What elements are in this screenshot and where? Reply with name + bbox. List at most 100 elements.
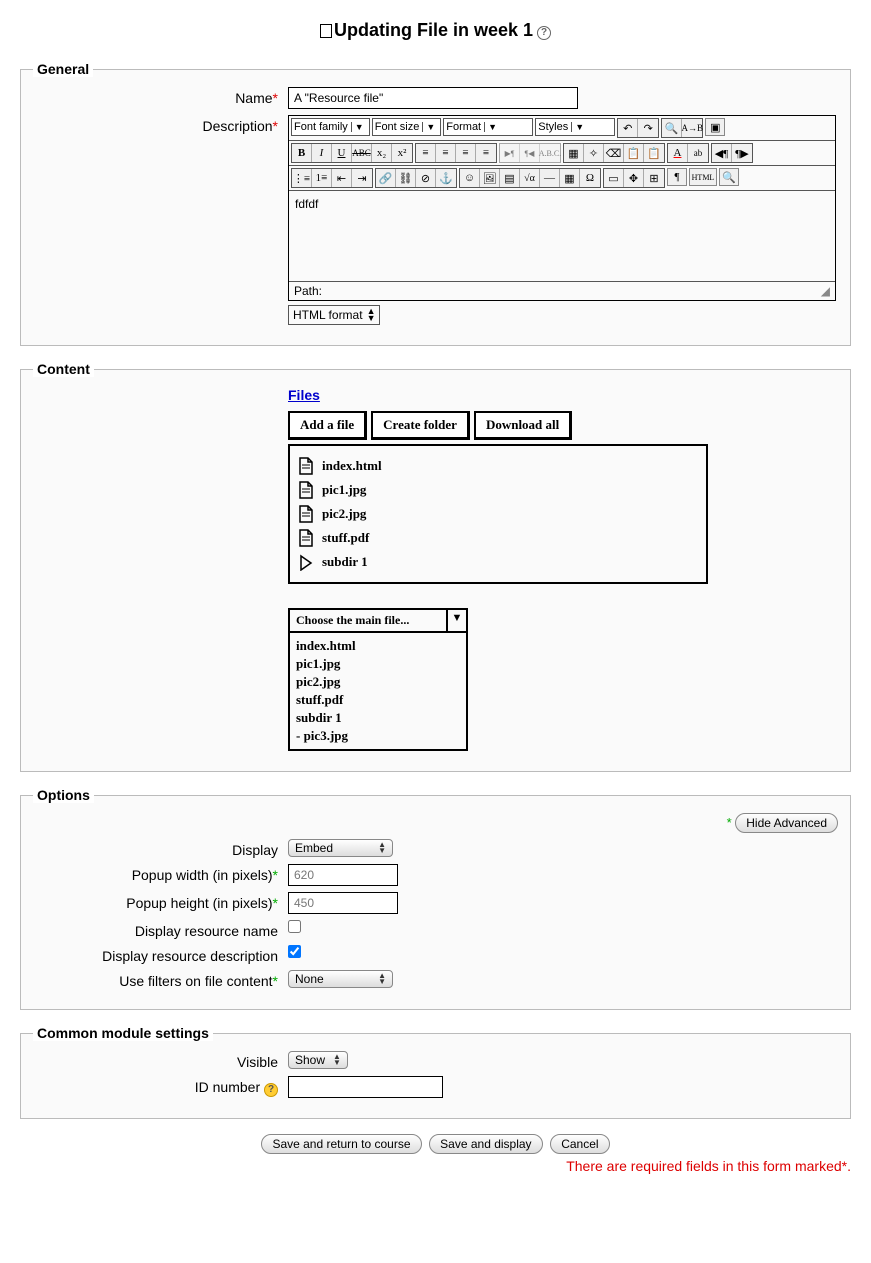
list-item[interactable]: pic2.jpg [298,502,698,526]
editor-path: Path: [294,284,322,298]
help-icon[interactable]: ? [537,26,551,40]
general-legend: General [33,61,93,77]
files-link[interactable]: Files [288,387,320,403]
bold-icon[interactable]: B [292,144,312,162]
hr-icon[interactable]: — [540,169,560,187]
name-input[interactable] [288,87,578,109]
content-section: Content Files Add a file Create folder D… [20,361,851,772]
link-icon[interactable]: 🔗 [376,169,396,187]
emoticon-icon[interactable]: ☺ [460,169,480,187]
underline-icon[interactable]: U [332,144,352,162]
display-name-label: Display resource name [33,920,288,939]
align-left-icon[interactable]: ≡ [416,144,436,162]
move-icon[interactable]: ✥ [624,169,644,187]
special-char-icon[interactable]: Ω [580,169,600,187]
folder-icon [298,553,314,571]
content-legend: Content [33,361,94,377]
align-right-icon[interactable]: ≡ [456,144,476,162]
popup-height-label: Popup height (in pixels)* [33,892,288,911]
create-folder-button[interactable]: Create folder [371,411,470,440]
common-section: Common module settings Visible Show▲▼ ID… [20,1025,851,1119]
rtl-icon[interactable]: ¶◀ [520,144,540,162]
editor-content-area[interactable]: fdfdf [289,191,835,281]
bullet-list-icon[interactable]: ⋮≡ [292,169,312,187]
italic-icon[interactable]: I [312,144,332,162]
main-file-options[interactable]: index.html pic1.jpg pic2.jpg stuff.pdf s… [290,633,466,749]
idnumber-input[interactable] [288,1076,443,1098]
superscript-icon[interactable]: x² [392,144,412,162]
display-name-checkbox[interactable] [288,920,301,933]
html-format-select[interactable]: HTML format ▲▼ [288,305,380,325]
visual-chars-icon[interactable]: ¶ [667,168,687,186]
abbr-icon[interactable]: A.B.C. [540,144,560,162]
font-size-select[interactable]: Font size▼ [372,118,442,136]
outdent-icon[interactable]: ⇤ [332,169,352,187]
paste-text-icon[interactable]: 📋 [624,144,644,162]
media-icon[interactable]: ▤ [500,169,520,187]
filters-select[interactable]: None▲▼ [288,970,393,988]
anchor-icon[interactable]: ⚓ [436,169,456,187]
display-label: Display [33,839,288,858]
html-icon[interactable]: HTML [689,168,717,186]
list-item[interactable]: subdir 1 [298,550,698,574]
popup-width-input[interactable] [288,864,398,886]
hide-advanced-button[interactable]: Hide Advanced [735,813,838,833]
image-icon[interactable]: 🖼 [480,169,500,187]
remove-format-icon[interactable]: ⌫ [604,144,624,162]
list-item[interactable]: index.html [298,454,698,478]
file-list: index.html pic1.jpg pic2.jpg stuff.pdf s… [288,444,708,584]
popup-height-input[interactable] [288,892,398,914]
font-family-select[interactable]: Font family▼ [291,118,370,136]
nolink-icon[interactable]: ⊘ [416,169,436,187]
document-icon [320,24,332,38]
save-return-button[interactable]: Save and return to course [261,1134,421,1154]
select-all-icon[interactable]: ▦ [564,144,584,162]
filters-label: Use filters on file content* [33,970,288,989]
indent-icon[interactable]: ⇥ [352,169,372,187]
name-label: Name* [33,87,288,106]
display-select[interactable]: Embed▲▼ [288,839,393,857]
strike-icon[interactable]: ABC [352,144,372,162]
help-icon[interactable]: ? [264,1083,278,1097]
indent-right-icon[interactable]: ¶▶ [732,144,752,162]
general-section: General Name* Description* Font family▼ … [20,61,851,346]
add-file-button[interactable]: Add a file [288,411,367,440]
unlink-icon[interactable]: ⛓ [396,169,416,187]
chevron-down-icon[interactable]: ▼ [446,610,466,631]
file-icon [298,529,314,547]
table-insert-icon[interactable]: ▦ [560,169,580,187]
save-display-button[interactable]: Save and display [429,1134,542,1154]
absolute-icon[interactable]: ⊞ [644,169,664,187]
undo-icon[interactable]: ↶ [618,119,638,137]
format-select[interactable]: Format▼ [443,118,533,136]
fullscreen-icon[interactable]: ▣ [705,118,725,136]
spellcheck-icon[interactable]: 🔍 [719,168,739,186]
number-list-icon[interactable]: 1≡ [312,169,332,187]
align-justify-icon[interactable]: ≡ [476,144,496,162]
replace-icon[interactable]: A→B [682,119,702,137]
options-legend: Options [33,787,94,803]
cleanup-icon[interactable]: ✧ [584,144,604,162]
list-item[interactable]: stuff.pdf [298,526,698,550]
find-icon[interactable]: 🔍 [662,119,682,137]
file-icon [298,481,314,499]
list-item[interactable]: pic1.jpg [298,478,698,502]
download-all-button[interactable]: Download all [474,411,572,440]
bg-color-icon[interactable]: ab [688,144,708,162]
main-file-select[interactable]: Choose the main file... ▼ index.html pic… [288,608,468,751]
text-color-icon[interactable]: A [668,144,688,162]
styles-select[interactable]: Styles▼ [535,118,615,136]
resize-handle-icon[interactable]: ◢ [821,284,830,298]
paste-word-icon[interactable]: 📋 [644,144,664,162]
layer-icon[interactable]: ▭ [604,169,624,187]
equation-icon[interactable]: √α [520,169,540,187]
align-center-icon[interactable]: ≡ [436,144,456,162]
ltr-icon[interactable]: ▶¶ [500,144,520,162]
display-desc-checkbox[interactable] [288,945,301,958]
cancel-button[interactable]: Cancel [550,1134,609,1154]
visible-select[interactable]: Show▲▼ [288,1051,348,1069]
subscript-icon[interactable]: x₂ [372,144,392,162]
file-icon [298,457,314,475]
redo-icon[interactable]: ↷ [638,119,658,137]
indent-left-icon[interactable]: ◀¶ [712,144,732,162]
